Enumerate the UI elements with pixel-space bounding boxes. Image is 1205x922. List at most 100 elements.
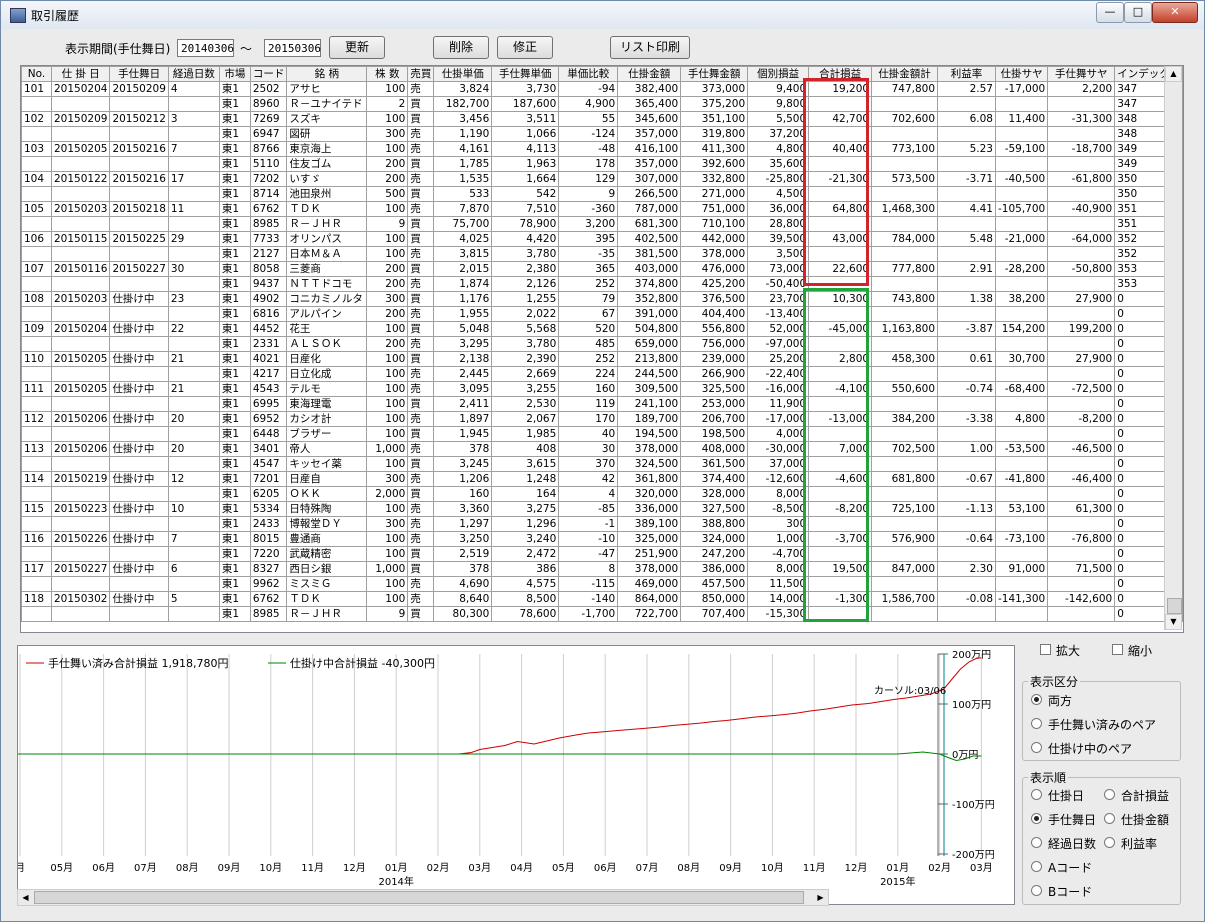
display-radio[interactable] — [1031, 694, 1042, 705]
table-row[interactable]: 114 20150219 仕掛け中 12 東1 7201 日産自 300 売 1,206 1,248… — [21, 471, 1183, 487]
table-row[interactable]: 東1 2127 日本Ｍ＆Ａ 100 売 3,815 3,780 -35 381,500 378,0… — [21, 246, 1183, 262]
sort-radio[interactable] — [1031, 861, 1042, 872]
table-cell: コニカミノルタ — [286, 291, 368, 307]
sort-radio[interactable] — [1031, 837, 1042, 848]
sort-radio[interactable] — [1104, 813, 1115, 824]
sort-radio[interactable] — [1104, 837, 1115, 848]
column-header[interactable]: 手仕舞日 — [109, 66, 169, 82]
table-row[interactable]: 東1 8985 Ｒ－ＪＨＲ 9 買 80,300 78,600 -1,700 722,700 70… — [21, 606, 1183, 622]
table-row[interactable]: 東1 6995 東海理電 100 買 2,411 2,530 119 241,100 253,00… — [21, 396, 1183, 412]
sort-option-label[interactable]: 合計損益 — [1121, 787, 1169, 804]
grid-vertical-scrollbar[interactable]: ▲ ▼ — [1164, 66, 1182, 630]
table-row[interactable]: 105 20150203 20150218 11 東1 6762 ＴＤＫ 100 売 7,870 7… — [21, 201, 1183, 217]
refresh-button[interactable]: 更新 — [329, 36, 385, 59]
column-header[interactable]: 経過日数 — [167, 66, 220, 82]
display-radio[interactable] — [1031, 718, 1042, 729]
column-header[interactable]: 仕掛単価 — [433, 66, 493, 82]
sort-option-label[interactable]: 経過日数 — [1048, 835, 1096, 852]
table-row[interactable]: 東1 6448 ブラザー 100 買 1,945 1,985 40 194,500 198,500… — [21, 426, 1183, 442]
column-header[interactable]: 手仕舞サヤ — [1047, 66, 1116, 82]
column-header[interactable]: 手仕舞単価 — [491, 66, 560, 82]
table-row[interactable]: 108 20150203 仕掛け中 23 東1 4902 コニカミノルタ 300 買 1,176 1… — [21, 291, 1183, 307]
table-row[interactable]: 東1 6205 ＯＫＫ 2,000 買 160 164 4 320,000 328,000 8,00… — [21, 486, 1183, 502]
scroll-thumb[interactable] — [1167, 598, 1182, 614]
table-row[interactable]: 106 20150115 20150225 29 東1 7733 オリンパス 100 買 4,02… — [21, 231, 1183, 247]
table-row[interactable]: 118 20150302 仕掛け中 5 東1 6762 ＴＤＫ 100 売 8,640 8,500-… — [21, 591, 1183, 607]
table-row[interactable]: 東1 8960 Ｒ－ユナイテド 2 買 182,700 187,600 4,900 365,40… — [21, 96, 1183, 112]
display-option-label[interactable]: 両方 — [1048, 692, 1072, 709]
column-header[interactable]: コード — [249, 66, 288, 82]
table-row[interactable]: 東1 4547 キッセイ薬 100 買 3,245 3,615 370 324,500 361,5… — [21, 456, 1183, 472]
table-row[interactable]: 東1 5110 住友ゴム 200 買 1,785 1,963 178 357,000 392,60… — [21, 156, 1183, 172]
column-header[interactable]: 仕 掛 日 — [50, 66, 111, 82]
scroll-down-arrow-icon[interactable]: ▼ — [1165, 614, 1182, 630]
table-row[interactable]: 113 20150206 仕掛け中 20 東1 3401 帝人 1,000 売 378 408 30 3… — [21, 441, 1183, 457]
delete-button[interactable]: 削除 — [433, 36, 489, 59]
table-row[interactable]: 116 20150226 仕掛け中 7 東1 8015 豊通商 100 売 3,250 3,240-… — [21, 531, 1183, 547]
date-from-field[interactable]: 20140306 — [177, 39, 234, 57]
scroll-left-arrow-icon[interactable]: ◀ — [18, 890, 33, 905]
sort-option-label[interactable]: 利益率 — [1121, 835, 1157, 852]
table-row[interactable]: 109 20150204 仕掛け中 22 東1 4452 花王 100 買 5,048 5,568 5… — [21, 321, 1183, 337]
display-radio[interactable] — [1031, 742, 1042, 753]
display-option-label[interactable]: 手仕舞い済みのペア — [1048, 716, 1156, 733]
display-option-label[interactable]: 仕掛け中のペア — [1048, 740, 1132, 757]
chart-horizontal-scrollbar[interactable]: ◀ ▶ — [17, 889, 829, 906]
sort-radio[interactable] — [1031, 789, 1042, 800]
table-row[interactable]: 104 20150122 20150216 17 東1 7202 いすゞ 200 売 1,535 1… — [21, 171, 1183, 187]
table-row[interactable]: 東1 8985 Ｒ－ＪＨＲ 9 買 75,700 78,900 3,200 681,300 710… — [21, 216, 1183, 232]
sort-radio[interactable] — [1104, 789, 1115, 800]
sort-option-label[interactable]: 仕掛日 — [1048, 787, 1084, 804]
table-row[interactable]: 東1 6947 図研 300 売 1,190 1,066 -124 357,000 319,800… — [21, 126, 1183, 142]
sort-radio[interactable] — [1031, 813, 1042, 824]
column-header[interactable]: 仕掛金額 — [617, 66, 682, 82]
column-header[interactable]: 銘 柄 — [286, 66, 368, 82]
minimize-button[interactable]: — — [1096, 2, 1124, 23]
column-header[interactable]: 個別損益 — [747, 66, 810, 82]
scroll-up-arrow-icon[interactable]: ▲ — [1165, 66, 1182, 82]
table-row[interactable]: 東1 9962 ミスミＧ 100 売 4,690 4,575 -115 469,000 457,5… — [21, 576, 1183, 592]
column-header[interactable]: 利益率 — [937, 66, 996, 82]
table-row[interactable]: 東1 9437 ＮＴＴドコモ 200 売 1,874 2,126 252 374,800 425,… — [21, 276, 1183, 292]
column-header[interactable]: No. — [21, 66, 52, 82]
table-row[interactable]: 東1 2433 博報堂ＤＹ 300 売 1,297 1,296 -1 389,100 388,80… — [21, 516, 1183, 532]
table-row[interactable]: 110 20150205 仕掛け中 21 東1 4021 日産化 100 買 2,138 2,390… — [21, 351, 1183, 367]
table-cell: 702,600 — [871, 111, 939, 127]
expand-checkbox[interactable] — [1040, 644, 1051, 655]
trade-history-grid[interactable]: No. 仕 掛 日手仕舞日 経過日数 市場 コード銘 柄株 数売買 仕掛単価 手仕舞単価 単価… — [20, 65, 1184, 633]
maximize-button[interactable]: □ — [1124, 2, 1152, 23]
print-list-button[interactable]: リスト印刷 — [610, 36, 690, 59]
date-to-field[interactable]: 20150306 — [264, 39, 321, 57]
table-row[interactable]: 東1 7220 武蔵精密 100 買 2,519 2,472 -47 251,900 247,20… — [21, 546, 1183, 562]
column-header[interactable]: 株 数 — [366, 66, 409, 82]
column-header[interactable]: 売買 — [407, 66, 435, 82]
column-header[interactable]: 手仕舞金額 — [680, 66, 749, 82]
table-row[interactable]: 東1 8714 池田泉州 500 買 533 542 9 266,500 271,000 4,500… — [21, 186, 1183, 202]
table-row[interactable]: 東1 6816 アルパイン 200 売 1,955 2,022 67 391,000 404,40… — [21, 306, 1183, 322]
sort-radio[interactable] — [1031, 885, 1042, 896]
column-header[interactable]: 仕掛サヤ — [994, 66, 1049, 82]
sort-option-label[interactable]: 仕掛金額 — [1121, 811, 1169, 828]
shrink-checkbox[interactable] — [1112, 644, 1123, 655]
table-row[interactable]: 115 20150223 仕掛け中 10 東1 5334 日特殊陶 100 売 3,360 3,27… — [21, 501, 1183, 517]
close-button[interactable]: ✕ — [1152, 2, 1198, 23]
table-row[interactable]: 103 20150205 20150216 7 東1 8766 東京海上 100 売 4,161 4… — [21, 141, 1183, 157]
chart-scroll-thumb[interactable] — [34, 891, 804, 904]
table-row[interactable]: 101 20150204 20150209 4 東1 2502 アサヒ 100 売 3,824 3,… — [21, 81, 1183, 97]
scroll-right-arrow-icon[interactable]: ▶ — [813, 890, 828, 905]
sort-option-label[interactable]: Bコード — [1048, 883, 1092, 900]
sort-option-label[interactable]: Aコード — [1048, 859, 1092, 876]
table-row[interactable]: 107 20150116 20150227 30 東1 8058 三菱商 200 買 2,015 2… — [21, 261, 1183, 277]
table-row[interactable]: 117 20150227 仕掛け中 6 東1 8327 西日シ銀 1,000 買 378 386 8 3… — [21, 561, 1183, 577]
column-header[interactable]: 仕掛金額計 — [871, 66, 939, 82]
table-row[interactable]: 112 20150206 仕掛け中 20 東1 6952 カシオ計 100 売 1,897 2,06… — [21, 411, 1183, 427]
table-row[interactable]: 東1 2331 ＡＬＳＯＫ 200 売 3,295 3,780 485 659,000 756,0… — [21, 336, 1183, 352]
pnl-chart[interactable]: 月 05月 06月 07月 08月 09月 10月 11月 12月 01月 02月 03月 04月 05月… — [17, 645, 1015, 905]
sort-option-label[interactable]: 手仕舞日 — [1048, 811, 1096, 828]
edit-button[interactable]: 修正 — [497, 36, 553, 59]
table-row[interactable]: 東1 4217 日立化成 100 売 2,445 2,669 224 244,500 266,90… — [21, 366, 1183, 382]
column-header[interactable]: 市場 — [218, 66, 251, 82]
table-row[interactable]: 102 20150209 20150212 3 東1 7269 スズキ 100 買 3,456 3,… — [21, 111, 1183, 127]
column-header[interactable]: 単価比較 — [558, 66, 619, 82]
table-row[interactable]: 111 20150205 仕掛け中 21 東1 4543 テルモ 100 売 3,095 3,255… — [21, 381, 1183, 397]
